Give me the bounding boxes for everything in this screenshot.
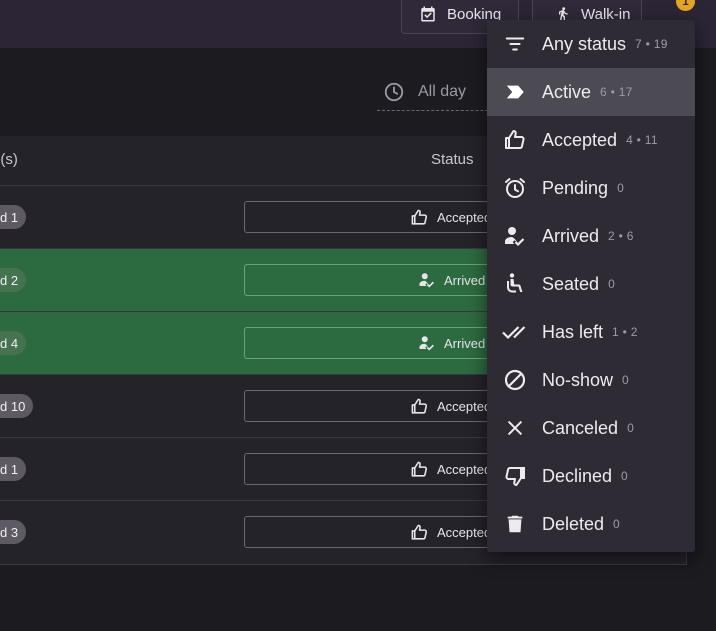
menu-item-canceled[interactable]: Canceled 0	[487, 404, 695, 452]
menu-item-count: 0	[617, 181, 625, 195]
guests-chip: d 3	[0, 520, 27, 544]
menu-item-accepted[interactable]: Accepted 4 • 11	[487, 116, 695, 164]
menu-item-label: Has left	[542, 321, 604, 342]
menu-item-label: Canceled	[542, 417, 619, 438]
calendar-check-icon	[419, 5, 437, 23]
status-label: Accepted	[437, 524, 492, 540]
column-header-guests: e(s)	[0, 151, 18, 168]
guests-chip: d 4	[0, 331, 27, 355]
guests-chip: d 10	[0, 394, 34, 418]
menu-item-any-status[interactable]: Any status 7 • 19	[487, 20, 695, 68]
status-label: Arrived	[444, 272, 486, 288]
time-filter-label: All day	[418, 83, 467, 100]
menu-item-count: 1 • 2	[612, 325, 638, 339]
block-icon	[501, 368, 529, 392]
menu-item-has-left[interactable]: Has left 1 • 2	[487, 308, 695, 356]
status-label: Accepted	[437, 209, 492, 225]
thumb-up-icon	[410, 523, 429, 542]
menu-item-count: 6 • 17	[600, 85, 633, 99]
menu-item-label: Declined	[542, 465, 613, 486]
person-check-icon	[501, 224, 529, 248]
clock-icon	[383, 81, 405, 103]
status-label: Arrived	[444, 335, 486, 351]
menu-item-count: 7 • 19	[635, 37, 668, 51]
thumb-up-icon	[501, 128, 529, 152]
menu-item-count: 0	[622, 373, 630, 387]
column-header-status: Status	[431, 151, 474, 168]
menu-item-seated[interactable]: Seated 0	[487, 260, 695, 308]
menu-item-no-show[interactable]: No-show 0	[487, 356, 695, 404]
menu-item-pending[interactable]: Pending 0	[487, 164, 695, 212]
menu-item-label: Any status	[542, 33, 627, 54]
menu-item-active[interactable]: Active 6 • 17	[487, 68, 695, 116]
thumb-up-icon	[410, 208, 429, 227]
menu-item-label: Active	[542, 81, 592, 102]
menu-item-deleted[interactable]: Deleted 0	[487, 500, 695, 548]
menu-item-label: Seated	[542, 273, 600, 294]
thumb-up-icon	[410, 397, 429, 416]
menu-item-label: No-show	[542, 369, 614, 390]
menu-item-label: Arrived	[542, 225, 600, 246]
double-check-icon	[501, 320, 529, 344]
seated-person-icon	[501, 272, 529, 296]
menu-item-count: 4 • 11	[626, 133, 658, 147]
menu-item-declined[interactable]: Declined 0	[487, 452, 695, 500]
menu-item-label: Pending	[542, 177, 609, 198]
status-label: Accepted	[437, 398, 492, 414]
guests-chip: d 1	[0, 205, 27, 229]
menu-item-arrived[interactable]: Arrived 2 • 6	[487, 212, 695, 260]
status-filter-menu: Any status 7 • 19 Active 6 • 17 Accepted…	[487, 20, 695, 552]
person-check-icon	[418, 334, 436, 352]
filter-lines-icon	[501, 33, 529, 55]
menu-item-count: 0	[627, 421, 635, 435]
trash-icon	[501, 513, 529, 535]
menu-item-count: 0	[608, 277, 616, 291]
menu-item-count: 0	[613, 517, 621, 531]
label-arrow-icon	[501, 81, 529, 103]
menu-item-count: 2 • 6	[608, 229, 634, 243]
guests-chip: d 2	[0, 268, 27, 292]
thumb-down-icon	[501, 464, 529, 488]
menu-item-label: Deleted	[542, 513, 605, 534]
person-check-icon	[418, 271, 436, 289]
guests-chip: d 1	[0, 457, 27, 481]
thumb-up-icon	[410, 460, 429, 479]
status-label: Accepted	[437, 461, 492, 477]
alarm-clock-icon	[501, 176, 529, 200]
notification-badge[interactable]: 1	[676, 0, 695, 11]
menu-item-count: 0	[621, 469, 629, 483]
close-icon	[501, 417, 529, 439]
menu-item-label: Accepted	[542, 129, 618, 150]
